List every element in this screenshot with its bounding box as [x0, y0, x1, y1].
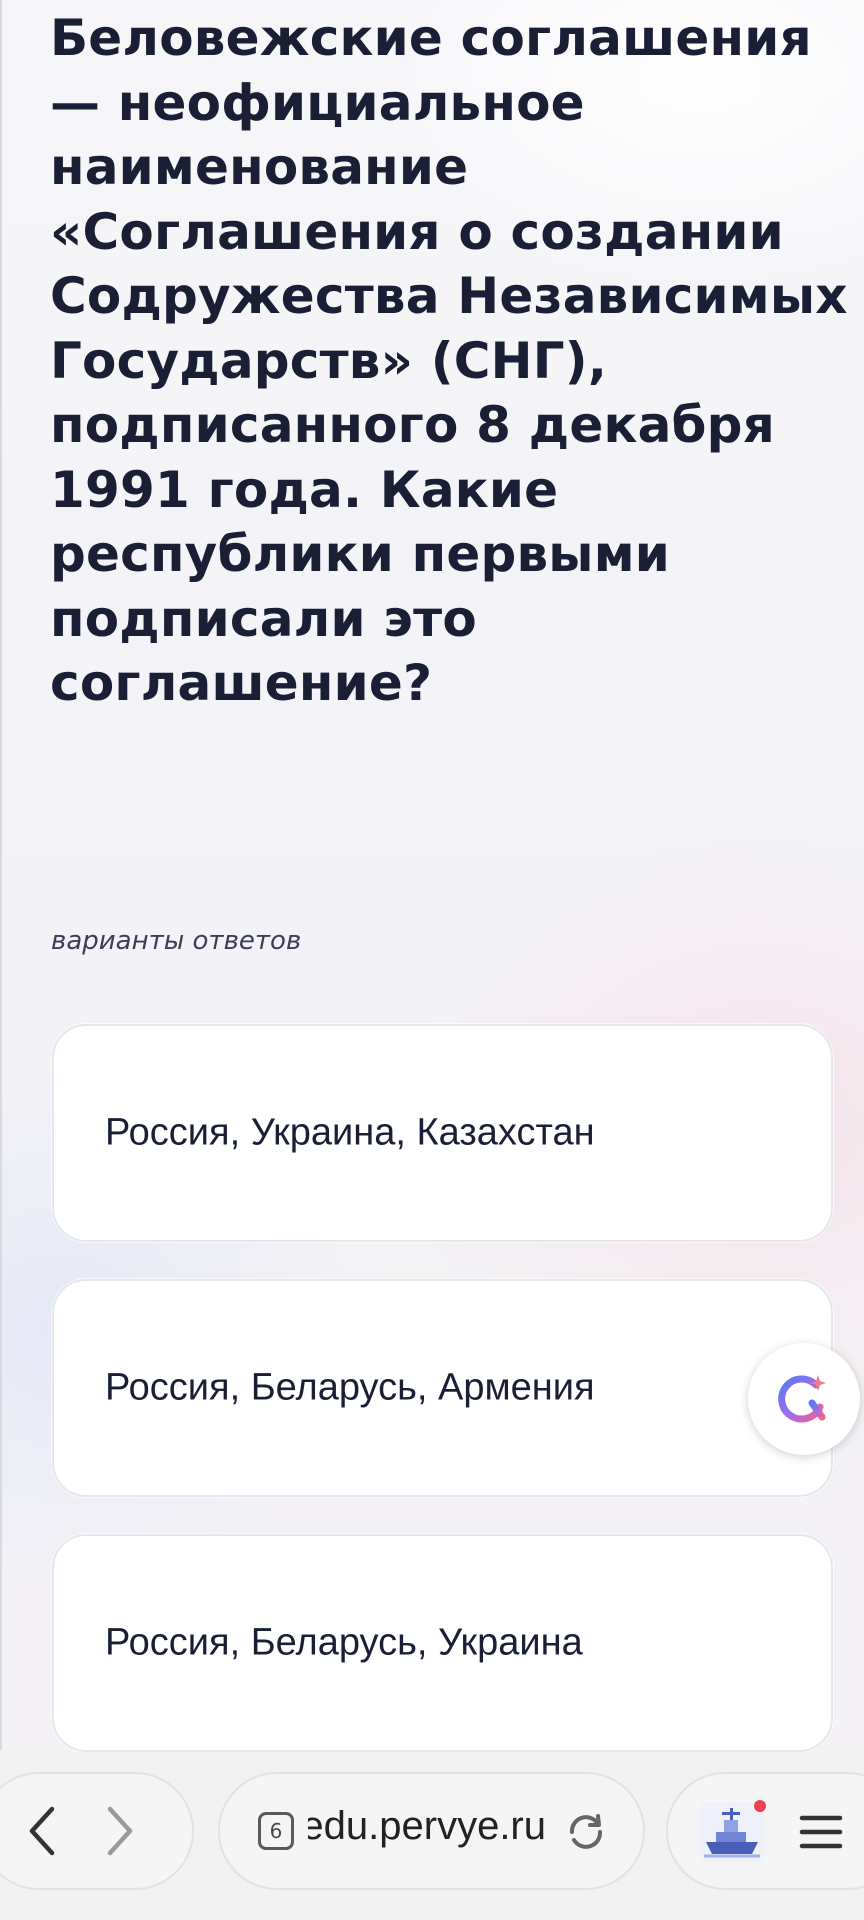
answer-option-label: Россия, Беларусь, Армения: [105, 1366, 595, 1409]
reload-icon[interactable]: [564, 1810, 608, 1854]
menu-icon[interactable]: [798, 1810, 844, 1854]
answer-option-3[interactable]: Россия, Беларусь, Украина: [52, 1534, 833, 1752]
ship-icon[interactable]: [700, 1802, 764, 1862]
back-button[interactable]: [12, 1774, 72, 1888]
left-border-line: [0, 0, 2, 1750]
browser-bottom-bar: 6 edu.pervye.ru: [0, 1752, 864, 1920]
chevron-left-icon: [29, 1806, 55, 1856]
tab-count-badge[interactable]: 6: [258, 1812, 294, 1850]
url-text[interactable]: edu.pervye.ru: [308, 1804, 546, 1849]
question-text: Беловежские соглашения — неофициальное н…: [50, 9, 848, 712]
chevron-right-icon: [107, 1806, 133, 1856]
answer-option-1[interactable]: Россия, Украина, Казахстан: [52, 1024, 833, 1242]
assistant-icon: [778, 1375, 826, 1423]
assistant-button[interactable]: [748, 1343, 860, 1455]
answers-caption: варианты ответов: [51, 926, 302, 956]
forward-button[interactable]: [90, 1774, 150, 1888]
navigation-group: [0, 1772, 194, 1890]
notification-dot: [754, 1800, 766, 1812]
answer-option-2[interactable]: Россия, Беларусь, Армения: [52, 1279, 833, 1497]
browser-tools-group: [666, 1772, 864, 1890]
answer-option-label: Россия, Беларусь, Украина: [105, 1621, 583, 1664]
answer-option-label: Россия, Украина, Казахстан: [105, 1111, 595, 1154]
address-bar[interactable]: 6 edu.pervye.ru: [218, 1772, 645, 1890]
